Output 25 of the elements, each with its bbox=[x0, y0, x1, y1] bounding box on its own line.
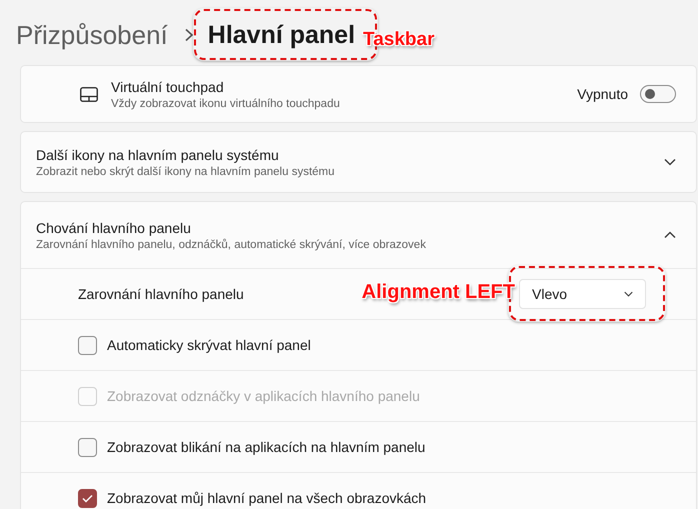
breadcrumb-link[interactable]: Přizpůsobení bbox=[16, 20, 168, 50]
checkbox-label: Automaticky skrývat hlavní panel bbox=[107, 337, 311, 353]
annotation-label: Taskbar bbox=[363, 28, 434, 50]
checkbox[interactable] bbox=[78, 488, 97, 508]
dropdown[interactable]: Vlevo bbox=[519, 279, 646, 309]
checkbox-label: Zobrazovat blikání na aplikacích na hlavním panelu bbox=[107, 439, 426, 455]
page-title: Hlavní panel bbox=[208, 20, 356, 48]
checkbox-label: Zobrazovat můj hlavní panel na všech obrazovkách bbox=[107, 490, 426, 506]
toggle-switch[interactable] bbox=[640, 85, 676, 103]
setting-label: Zarovnání hlavního panelu bbox=[78, 286, 244, 302]
chevron-down-icon bbox=[624, 291, 633, 297]
setting-title: Další ikony na hlavním panelu systému bbox=[36, 146, 280, 162]
setting-description: Zobrazit nebo skrýt další ikony na hlavním panelu systému bbox=[36, 166, 336, 178]
setting-title: Virtuální touchpad bbox=[111, 78, 225, 94]
annotation-label: Alignment LEFT bbox=[362, 281, 515, 304]
setting-title: Chování hlavního panelu bbox=[36, 220, 192, 236]
setting-description: Zarovnání hlavního panelu, odznáčků, automatické skrývání, více obrazovek bbox=[36, 238, 427, 250]
chevron-right-icon bbox=[184, 28, 194, 42]
setting-description: Vždy zobrazovat ikonu virtuálního touchpadu bbox=[111, 98, 341, 110]
checkbox-label: Zobrazovat odznáčky v aplikacích hlavního panelu bbox=[107, 388, 420, 404]
touchpad-icon bbox=[80, 86, 98, 102]
checkmark-icon bbox=[82, 494, 93, 502]
toggle-state-label: Vypnuto bbox=[577, 86, 628, 102]
checkbox[interactable] bbox=[78, 438, 97, 456]
checkbox[interactable] bbox=[78, 336, 97, 354]
